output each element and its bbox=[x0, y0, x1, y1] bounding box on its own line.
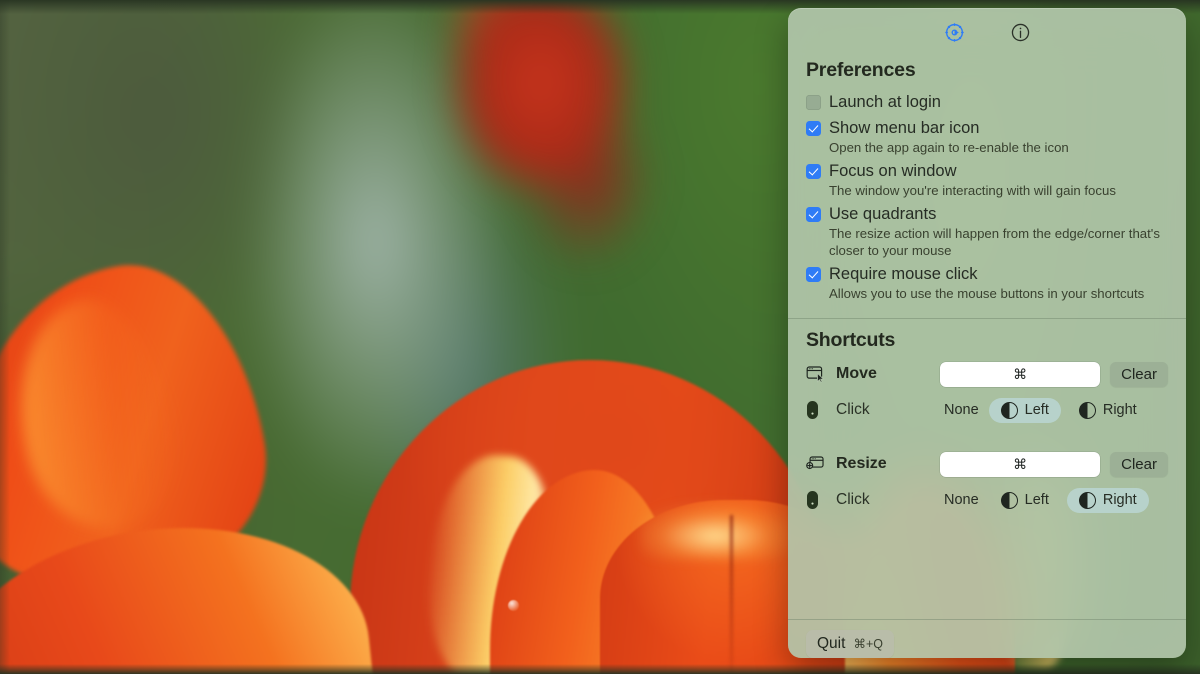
checkbox-require-mouse-click[interactable] bbox=[806, 267, 821, 282]
pref-label-focus-on-window: Focus on window bbox=[829, 160, 1168, 182]
checkbox-use-quadrants[interactable] bbox=[806, 207, 821, 222]
panel-footer: Quit ⌘+Q bbox=[788, 620, 1186, 658]
click-option-right-resize[interactable]: Right bbox=[1067, 488, 1149, 513]
click-row-move: Click None Left Right bbox=[806, 392, 1168, 428]
mouse-icon bbox=[806, 400, 830, 420]
window-resize-icon bbox=[806, 455, 830, 473]
gear-icon bbox=[945, 23, 962, 40]
click-option-left-resize[interactable]: Left bbox=[989, 488, 1061, 513]
panel-tabbar bbox=[788, 8, 1186, 56]
click-option-right-move[interactable]: Right bbox=[1067, 398, 1149, 423]
pref-label-launch-at-login: Launch at login bbox=[829, 91, 1168, 113]
pref-sublabel-use-quadrants: The resize action will happen from the e… bbox=[829, 225, 1168, 259]
preferences-section: Preferences Launch at login Show menu ba… bbox=[788, 56, 1186, 306]
pref-label-use-quadrants: Use quadrants bbox=[829, 203, 1168, 225]
pref-text-launch-at-login: Launch at login bbox=[829, 91, 1168, 113]
pref-sublabel-show-menu-bar-icon: Open the app again to re-enable the icon bbox=[829, 139, 1168, 156]
pref-text-require-mouse-click: Require mouse click Allows you to use th… bbox=[829, 263, 1168, 302]
half-circle-left-icon bbox=[1001, 402, 1018, 419]
click-option-none-resize[interactable]: None bbox=[940, 488, 983, 512]
checkbox-show-menu-bar-icon[interactable] bbox=[806, 121, 821, 136]
quit-button-label: Quit bbox=[817, 635, 845, 653]
half-circle-right-icon bbox=[1079, 402, 1096, 419]
pref-row-launch-at-login[interactable]: Launch at login bbox=[806, 91, 1168, 113]
clear-button-move[interactable]: Clear bbox=[1110, 362, 1168, 387]
pref-text-focus-on-window: Focus on window The window you're intera… bbox=[829, 160, 1168, 199]
click-option-left-move-label: Left bbox=[1025, 402, 1049, 418]
screen: Preferences Launch at login Show menu ba… bbox=[0, 0, 1200, 674]
checkbox-launch-at-login[interactable] bbox=[806, 95, 821, 110]
quit-button-shortcut: ⌘+Q bbox=[853, 636, 883, 651]
click-options-move: None Left Right bbox=[940, 398, 1168, 423]
quit-button[interactable]: Quit ⌘+Q bbox=[806, 630, 894, 658]
pref-row-require-mouse-click[interactable]: Require mouse click Allows you to use th… bbox=[806, 263, 1168, 302]
pref-sublabel-require-mouse-click: Allows you to use the mouse buttons in y… bbox=[829, 285, 1168, 302]
dew-drop bbox=[508, 600, 519, 611]
shortcut-row-resize: Resize ⌘ Clear bbox=[806, 446, 1168, 482]
half-circle-left-icon bbox=[1001, 492, 1018, 509]
click-option-none-move-label: None bbox=[944, 402, 979, 418]
pref-row-use-quadrants[interactable]: Use quadrants The resize action will hap… bbox=[806, 203, 1168, 259]
settings-tab[interactable] bbox=[942, 20, 966, 44]
click-option-right-move-label: Right bbox=[1103, 402, 1137, 418]
shortcut-key-field-move[interactable]: ⌘ bbox=[940, 362, 1100, 387]
pref-sublabel-focus-on-window: The window you're interacting with will … bbox=[829, 182, 1168, 199]
preferences-panel: Preferences Launch at login Show menu ba… bbox=[788, 8, 1186, 658]
info-circle-icon bbox=[1012, 24, 1028, 40]
click-options-resize: None Left Right bbox=[940, 488, 1168, 513]
tulip-petal-center-highlight bbox=[640, 500, 790, 560]
pref-text-use-quadrants: Use quadrants The resize action will hap… bbox=[829, 203, 1168, 259]
shortcut-key-field-resize[interactable]: ⌘ bbox=[940, 452, 1100, 477]
shortcut-label-move: Move bbox=[836, 365, 940, 383]
mouse-icon bbox=[806, 490, 830, 510]
click-label-move: Click bbox=[836, 401, 940, 419]
shortcuts-title: Shortcuts bbox=[806, 329, 1168, 352]
click-label-resize: Click bbox=[836, 491, 940, 509]
checkbox-focus-on-window[interactable] bbox=[806, 164, 821, 179]
click-option-left-move[interactable]: Left bbox=[989, 398, 1061, 423]
shortcuts-section: Shortcuts Move bbox=[788, 319, 1186, 518]
pref-row-show-menu-bar-icon[interactable]: Show menu bar icon Open the app again to… bbox=[806, 117, 1168, 156]
shortcut-row-move: Move ⌘ Clear bbox=[806, 356, 1168, 392]
pref-label-show-menu-bar-icon: Show menu bar icon bbox=[829, 117, 1168, 139]
pref-text-show-menu-bar-icon: Show menu bar icon Open the app again to… bbox=[829, 117, 1168, 156]
click-option-none-move[interactable]: None bbox=[940, 398, 983, 422]
clear-button-resize[interactable]: Clear bbox=[1110, 452, 1168, 477]
info-tab[interactable] bbox=[1008, 20, 1032, 44]
click-option-right-resize-label: Right bbox=[1103, 492, 1137, 508]
click-option-left-resize-label: Left bbox=[1025, 492, 1049, 508]
half-circle-right-icon bbox=[1079, 492, 1096, 509]
pref-label-require-mouse-click: Require mouse click bbox=[829, 263, 1168, 285]
window-move-icon bbox=[806, 365, 830, 383]
pref-row-focus-on-window[interactable]: Focus on window The window you're intera… bbox=[806, 160, 1168, 199]
click-row-resize: Click None Left Right bbox=[806, 482, 1168, 518]
shortcut-label-resize: Resize bbox=[836, 455, 940, 473]
tulip-petal-center-vein bbox=[730, 515, 733, 674]
click-option-none-resize-label: None bbox=[944, 492, 979, 508]
panel-spacer bbox=[788, 518, 1186, 619]
page-title: Preferences bbox=[806, 59, 1168, 82]
